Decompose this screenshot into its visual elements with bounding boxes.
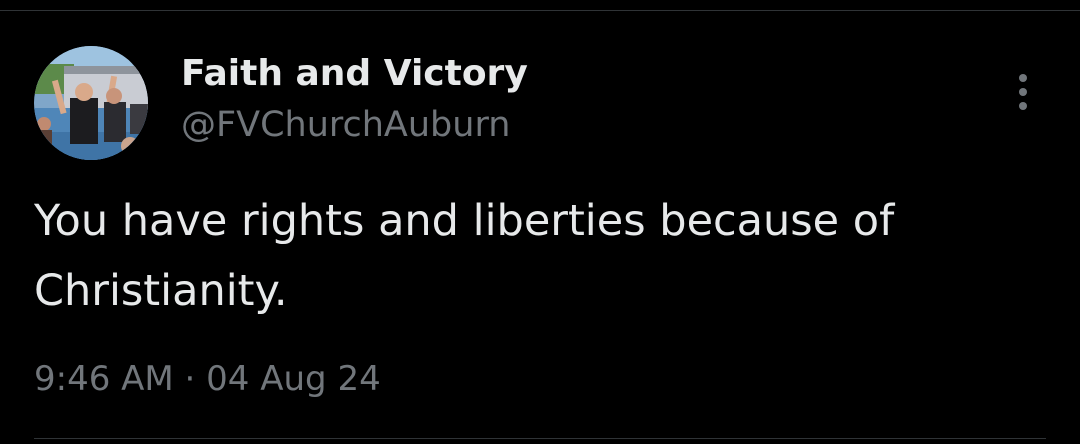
display-name[interactable]: Faith and Victory [181, 50, 528, 98]
more-vertical-icon [1019, 74, 1027, 82]
bottom-divider [34, 438, 1046, 439]
more-options-button[interactable] [1003, 68, 1043, 116]
user-handle[interactable]: @FVChurchAuburn [181, 102, 510, 148]
tweet-text: You have rights and liberties because of… [34, 196, 895, 316]
avatar-photo [34, 46, 148, 160]
top-divider [0, 10, 1080, 11]
more-vertical-icon-dot [1019, 88, 1027, 96]
avatar[interactable] [34, 46, 148, 160]
tweet-timestamp[interactable]: 9:46 AM · 04 Aug 24 [34, 355, 381, 403]
more-vertical-icon-dot [1019, 102, 1027, 110]
